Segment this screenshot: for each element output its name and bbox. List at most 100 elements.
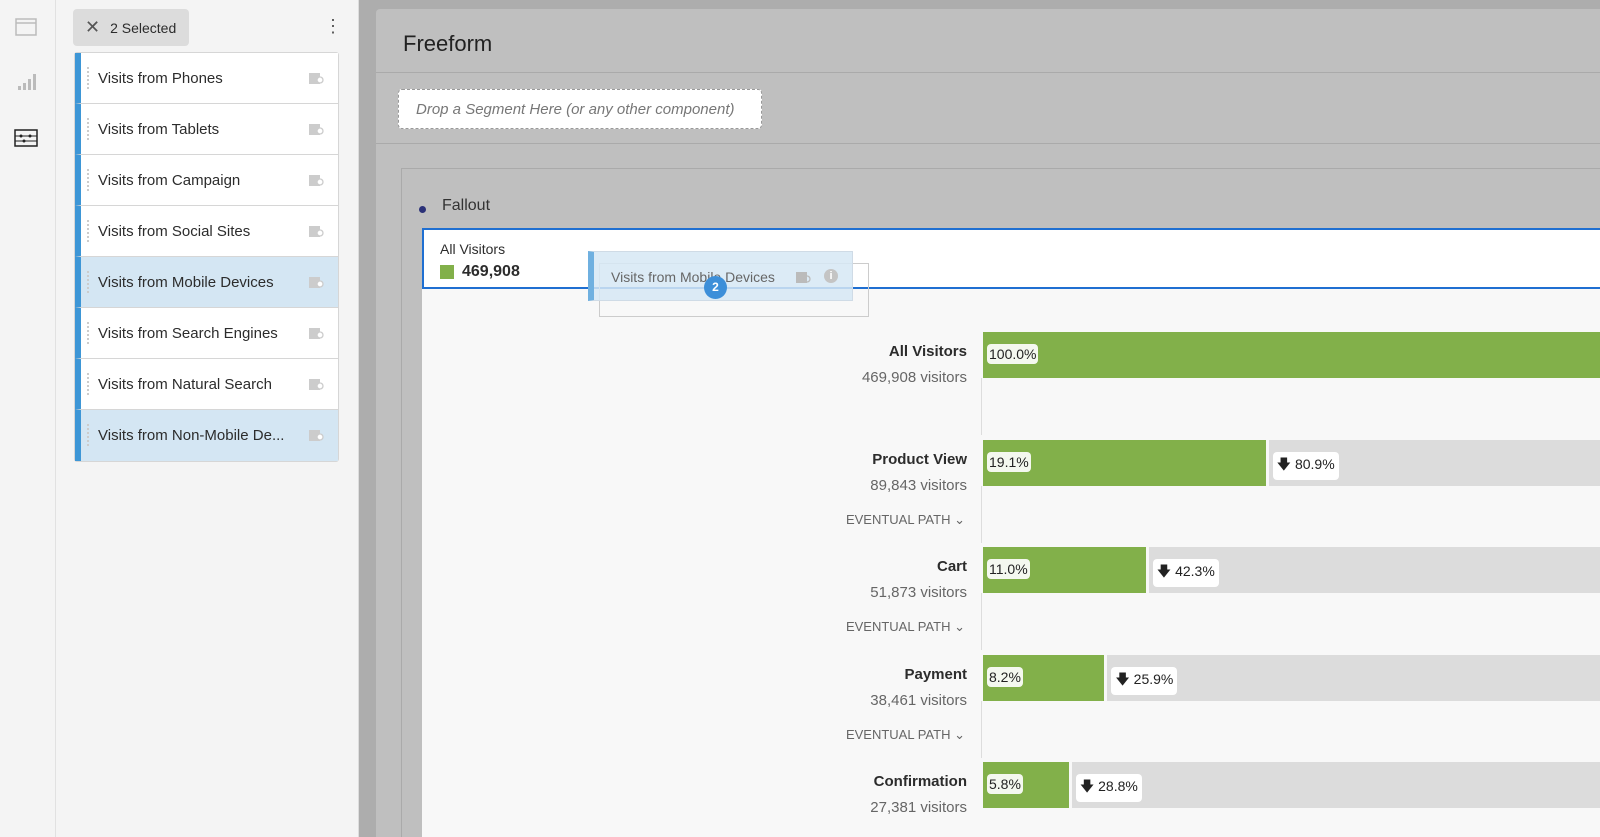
step-connector	[981, 593, 982, 650]
step-bar[interactable]: 100.0%	[983, 332, 1600, 378]
drag-handle-icon[interactable]	[87, 271, 89, 293]
drag-handle-icon[interactable]	[87, 373, 89, 395]
segment-label: Visits from Mobile Devices	[98, 273, 274, 291]
drag-handle-icon[interactable]	[87, 67, 89, 89]
drag-handle-icon[interactable]	[87, 118, 89, 140]
fallout-step: Cart 51,873 visitors EVENTUAL PATH ⌄ 11.0%…	[422, 547, 1600, 650]
segment-icon	[796, 272, 811, 283]
arrow-down-icon: 🡇	[1115, 670, 1130, 687]
arrow-down-icon: 🡇	[1156, 563, 1172, 579]
segment-icon[interactable]	[309, 428, 324, 441]
selected-count: 2 Selected	[110, 19, 177, 36]
step-visitors: 89,843 visitors	[870, 476, 967, 494]
drag-handle-icon[interactable]	[87, 322, 89, 344]
segment-list-item[interactable]: Visits from Mobile Devices	[75, 257, 338, 308]
step-bar[interactable]: 5.8%	[983, 762, 1069, 808]
chevron-down-icon: ⌄	[954, 726, 965, 742]
drag-handle-icon[interactable]	[87, 424, 89, 446]
dropoff-bar[interactable]: 🡇 42.3%	[1148, 547, 1600, 593]
drag-count-badge: 2	[704, 276, 727, 299]
status-dot	[419, 206, 426, 213]
dropoff-percent: 🡇 80.9%	[1272, 451, 1339, 480]
dropoff-percent: 🡇 28.8%	[1075, 774, 1142, 802]
step-percent: 19.1%	[987, 451, 1031, 472]
arrow-down-icon: 🡇	[1276, 455, 1292, 472]
step-bar[interactable]: 8.2%	[983, 654, 1105, 701]
divider	[376, 72, 1600, 73]
panel-icon[interactable]	[14, 17, 38, 37]
fallout-step: All Visitors 469,908 visitors 100.0%	[422, 332, 1600, 435]
step-name[interactable]: Payment	[904, 666, 967, 683]
segment-list-item[interactable]: Visits from Tablets	[75, 104, 338, 155]
dropoff-bar[interactable]: 🡇 28.8%	[1071, 762, 1600, 808]
step-connector	[981, 700, 982, 758]
segment-drop-zone[interactable]: Drop a Segment Here (or any other compon…	[398, 89, 762, 129]
step-name[interactable]: Confirmation	[874, 773, 967, 790]
eventual-path-dropdown[interactable]: EVENTUAL PATH ⌄	[846, 727, 965, 743]
segment-label: Visits from Natural Search	[98, 375, 272, 393]
segment-label: Visits from Phones	[98, 69, 223, 87]
step-visitors: 27,381 visitors	[870, 799, 967, 816]
dropoff-bar[interactable]: 🡇 25.9%	[1107, 654, 1600, 701]
step-name[interactable]: Cart	[937, 558, 967, 575]
chevron-down-icon: ⌄	[954, 511, 965, 527]
drag-handle-icon[interactable]	[87, 169, 89, 191]
segment-list: Visits from Phones Visits from Tablets Vis…	[74, 52, 339, 462]
step-visitors: 51,873 visitors	[870, 584, 967, 601]
dropoff-bar[interactable]: 🡇 80.9%	[1268, 439, 1600, 486]
visualization-title[interactable]: Fallout	[442, 197, 490, 215]
segment-list-item[interactable]: Visits from Search Engines	[75, 308, 338, 359]
step-percent: 5.8%	[987, 774, 1023, 794]
fallout-step: Confirmation 27,381 visitors 5.8% 🡇 28.8%	[422, 762, 1600, 816]
path-label: EVENTUAL PATH	[845, 619, 951, 634]
step-visitors: 469,908 visitors	[861, 369, 967, 386]
dropoff-value: 80.9%	[1294, 455, 1335, 472]
step-bar[interactable]: 19.1%	[983, 439, 1266, 486]
arrow-down-icon: 🡇	[1079, 778, 1095, 794]
segment-label: Visits from Social Sites	[98, 222, 251, 240]
chevron-down-icon: ⌄	[954, 619, 965, 634]
segment-label: Visits from Campaign	[98, 171, 241, 189]
fallout-chart: All Visitors 469,908 All Visitors 469,90…	[422, 228, 1600, 837]
dropoff-percent: 🡇 42.3%	[1152, 559, 1219, 587]
header-value: 469,908	[462, 263, 520, 280]
fallout-step: Payment 38,461 visitors EVENTUAL PATH ⌄ 8.…	[422, 654, 1600, 758]
drag-handle-icon[interactable]	[87, 220, 89, 242]
components-panel: ✕ 2 Selected ⋮ Visits from Phones Visits f…	[56, 0, 359, 837]
segment-icon[interactable]	[309, 71, 324, 84]
fallout-step: Product View 89,843 visitors EVENTUAL PAT…	[422, 439, 1600, 543]
dragged-segment-label: Visits from Mobile Devices	[611, 269, 775, 285]
step-percent: 8.2%	[987, 666, 1023, 687]
segment-icon[interactable]	[309, 377, 324, 390]
left-rail	[0, 0, 56, 837]
dropoff-value: 28.8%	[1098, 778, 1138, 794]
step-name[interactable]: All Visitors	[889, 343, 967, 360]
info-icon[interactable]: i	[824, 269, 838, 283]
step-bar[interactable]: 11.0%	[983, 547, 1146, 593]
segment-icon[interactable]	[309, 275, 324, 288]
segment-icon[interactable]	[309, 122, 324, 135]
step-connector	[981, 378, 982, 435]
more-options-icon[interactable]: ⋮	[324, 16, 342, 36]
segment-list-item[interactable]: Visits from Social Sites	[75, 206, 338, 257]
dropoff-percent: 🡇 25.9%	[1111, 666, 1178, 695]
components-icon[interactable]	[14, 128, 38, 148]
dropoff-value: 42.3%	[1175, 563, 1215, 579]
step-visitors: 38,461 visitors	[870, 691, 967, 709]
eventual-path-dropdown[interactable]: EVENTUAL PATH ⌄	[846, 512, 965, 528]
step-connector	[981, 485, 982, 543]
segment-icon[interactable]	[309, 173, 324, 186]
segment-icon[interactable]	[309, 224, 324, 237]
segment-label: Visits from Non-Mobile De...	[98, 427, 285, 444]
segment-label: Visits from Tablets	[98, 120, 220, 138]
segment-icon[interactable]	[309, 326, 324, 339]
segment-list-item[interactable]: Visits from Phones	[75, 53, 338, 104]
step-name[interactable]: Product View	[872, 451, 967, 468]
segment-list-item[interactable]: Visits from Campaign	[75, 155, 338, 206]
visualization-icon[interactable]	[14, 72, 38, 92]
step-percent: 100.0%	[987, 344, 1039, 364]
segment-list-item[interactable]: Visits from Natural Search	[75, 359, 338, 410]
clear-selection-button[interactable]: ✕ 2 Selected	[73, 9, 189, 46]
segment-list-item[interactable]: Visits from Non-Mobile De...	[75, 410, 338, 461]
eventual-path-dropdown[interactable]: EVENTUAL PATH ⌄	[846, 619, 965, 635]
